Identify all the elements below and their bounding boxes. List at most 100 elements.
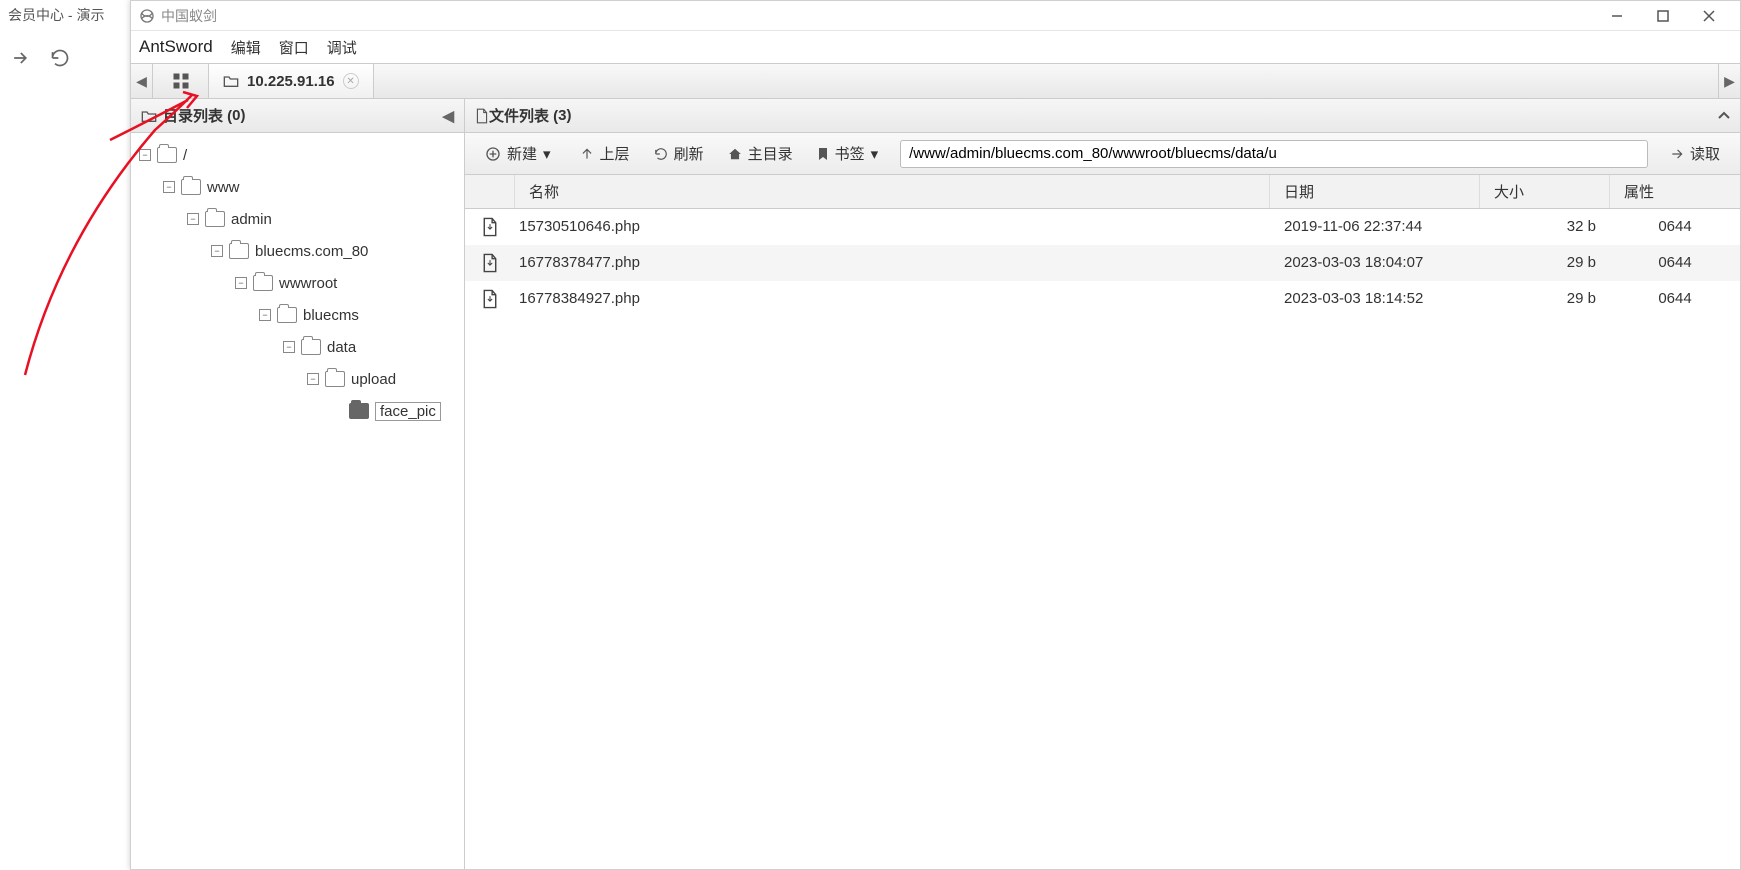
tree-label: data xyxy=(327,339,356,356)
tree-label: bluecms xyxy=(303,307,359,324)
file-rows: 15730510646.php2019-11-06 22:37:4432 b06… xyxy=(465,209,1740,869)
read-button[interactable]: 读取 xyxy=(1660,139,1730,168)
refresh-icon xyxy=(654,147,668,161)
folder-icon xyxy=(181,179,201,195)
file-name: 15730510646.php xyxy=(515,218,1270,235)
tree-label: wwwroot xyxy=(279,275,337,292)
refresh-button[interactable]: 刷新 xyxy=(644,139,714,168)
tree-node-root[interactable]: −/ xyxy=(131,139,464,171)
tab-host[interactable]: 10.225.91.16 ✕ xyxy=(209,64,374,98)
tree-node-bluecms80[interactable]: − bluecms.com_80 xyxy=(131,235,464,267)
tree-label: admin xyxy=(231,211,272,228)
tree-label: face_pic xyxy=(375,402,441,421)
file-date: 2023-03-03 18:14:52 xyxy=(1270,290,1480,307)
home-label: 主目录 xyxy=(748,143,793,164)
folder-icon xyxy=(325,371,345,387)
file-date: 2023-03-03 18:04:07 xyxy=(1270,254,1480,271)
tree-toggle-icon[interactable]: − xyxy=(139,149,151,161)
tabs-next-button[interactable]: ▶ xyxy=(1718,64,1740,98)
tree-node-upload[interactable]: − upload xyxy=(131,363,464,395)
file-code-icon xyxy=(465,253,515,273)
dir-header-suffix: ) xyxy=(241,107,246,124)
file-header-prefix: 文件列表 ( xyxy=(489,105,558,126)
browser-tab-title: 会员中心 - 演示 xyxy=(8,5,104,25)
maximize-button[interactable] xyxy=(1640,1,1686,31)
minimize-button[interactable] xyxy=(1594,1,1640,31)
file-row[interactable]: 16778384927.php2023-03-03 18:14:5229 b06… xyxy=(465,281,1740,317)
tree-node-facepic[interactable]: face_pic xyxy=(131,395,464,427)
tree-toggle-icon[interactable]: − xyxy=(211,245,223,257)
file-name: 16778378477.php xyxy=(515,254,1270,271)
tree-label: upload xyxy=(351,371,396,388)
col-select[interactable] xyxy=(465,175,515,208)
menu-debug[interactable]: 调试 xyxy=(319,33,365,62)
up-label: 上层 xyxy=(600,143,630,164)
tabs-prev-button[interactable]: ◀ xyxy=(131,64,153,98)
bookmark-button[interactable]: 书签 ▾ xyxy=(807,139,889,168)
tree-toggle-icon[interactable]: − xyxy=(307,373,319,385)
file-row[interactable]: 15730510646.php2019-11-06 22:37:4432 b06… xyxy=(465,209,1740,245)
file-attr: 0644 xyxy=(1610,254,1740,271)
col-name[interactable]: 名称 xyxy=(515,175,1270,208)
collapse-left-icon[interactable]: ◀ xyxy=(442,107,454,125)
tree-node-admin[interactable]: − admin xyxy=(131,203,464,235)
file-size: 29 b xyxy=(1480,254,1610,271)
brand-label: AntSword xyxy=(139,37,213,57)
tree-node-wwwroot[interactable]: − wwwroot xyxy=(131,267,464,299)
home-grid-button[interactable] xyxy=(153,64,209,98)
folder-icon xyxy=(253,275,273,291)
tree-toggle-icon[interactable]: − xyxy=(259,309,271,321)
arrow-right-icon xyxy=(1670,147,1684,161)
tree-node-www[interactable]: − www xyxy=(131,171,464,203)
dir-header-count: 0 xyxy=(232,107,240,124)
file-toolbar: 新建 ▾ 上层 刷新 主目录 书签 xyxy=(465,133,1740,175)
file-pane: 文件列表 (3) 新建 ▾ 上层 刷新 xyxy=(465,99,1740,869)
col-attr[interactable]: 属性 xyxy=(1610,175,1740,208)
tree-label: www xyxy=(207,179,240,196)
folder-icon xyxy=(157,147,177,163)
tree-node-data[interactable]: − data xyxy=(131,331,464,363)
tree-toggle-icon[interactable]: − xyxy=(235,277,247,289)
app-window: 中国蚁剑 AntSword 编辑 窗口 调试 ◀ 10.225.91.16 ✕ … xyxy=(130,0,1741,870)
tab-label: 10.225.91.16 xyxy=(247,73,335,90)
folder-icon xyxy=(301,339,321,355)
chevron-down-icon: ▾ xyxy=(871,145,879,163)
folder-icon xyxy=(277,307,297,323)
dir-header-prefix: 目录列表 ( xyxy=(163,105,232,126)
chevron-down-icon: ▾ xyxy=(543,145,551,163)
path-input[interactable] xyxy=(900,140,1648,168)
new-button[interactable]: 新建 ▾ xyxy=(475,139,561,168)
app-icon xyxy=(139,8,155,24)
read-label: 读取 xyxy=(1690,143,1720,164)
bookmark-label: 书签 xyxy=(835,143,865,164)
tree-toggle-icon[interactable]: − xyxy=(163,181,175,193)
browser-reload-icon[interactable] xyxy=(50,48,70,68)
file-code-icon xyxy=(465,289,515,309)
browser-forward-icon[interactable] xyxy=(10,48,30,68)
home-button[interactable]: 主目录 xyxy=(718,139,803,168)
col-date[interactable]: 日期 xyxy=(1270,175,1480,208)
menu-edit[interactable]: 编辑 xyxy=(223,33,269,62)
up-button[interactable]: 上层 xyxy=(570,139,640,168)
plus-circle-icon xyxy=(485,146,501,162)
collapse-right-icon[interactable] xyxy=(1718,110,1730,122)
file-name: 16778384927.php xyxy=(515,290,1270,307)
file-header-count: 3 xyxy=(558,107,566,124)
folder-icon xyxy=(141,109,157,123)
bookmark-icon xyxy=(817,147,829,161)
menu-window[interactable]: 窗口 xyxy=(271,33,317,62)
directory-pane: 目录列表 (0) ◀ −/ −www −admin −bluecms.com_8… xyxy=(131,99,465,869)
tree-toggle-icon[interactable]: − xyxy=(283,341,295,353)
close-button[interactable] xyxy=(1686,1,1732,31)
tree-label: bluecms.com_80 xyxy=(255,243,368,260)
arrow-up-icon xyxy=(580,147,594,161)
tab-close-icon[interactable]: ✕ xyxy=(343,73,359,89)
file-row[interactable]: 16778378477.php2023-03-03 18:04:0729 b06… xyxy=(465,245,1740,281)
tree-node-bluecms[interactable]: − bluecms xyxy=(131,299,464,331)
col-size[interactable]: 大小 xyxy=(1480,175,1610,208)
tree-toggle-icon[interactable]: − xyxy=(187,213,199,225)
menubar: AntSword 编辑 窗口 调试 xyxy=(131,31,1740,63)
folder-icon xyxy=(223,74,239,88)
titlebar: 中国蚁剑 xyxy=(131,1,1740,31)
tree-label: / xyxy=(183,147,187,164)
